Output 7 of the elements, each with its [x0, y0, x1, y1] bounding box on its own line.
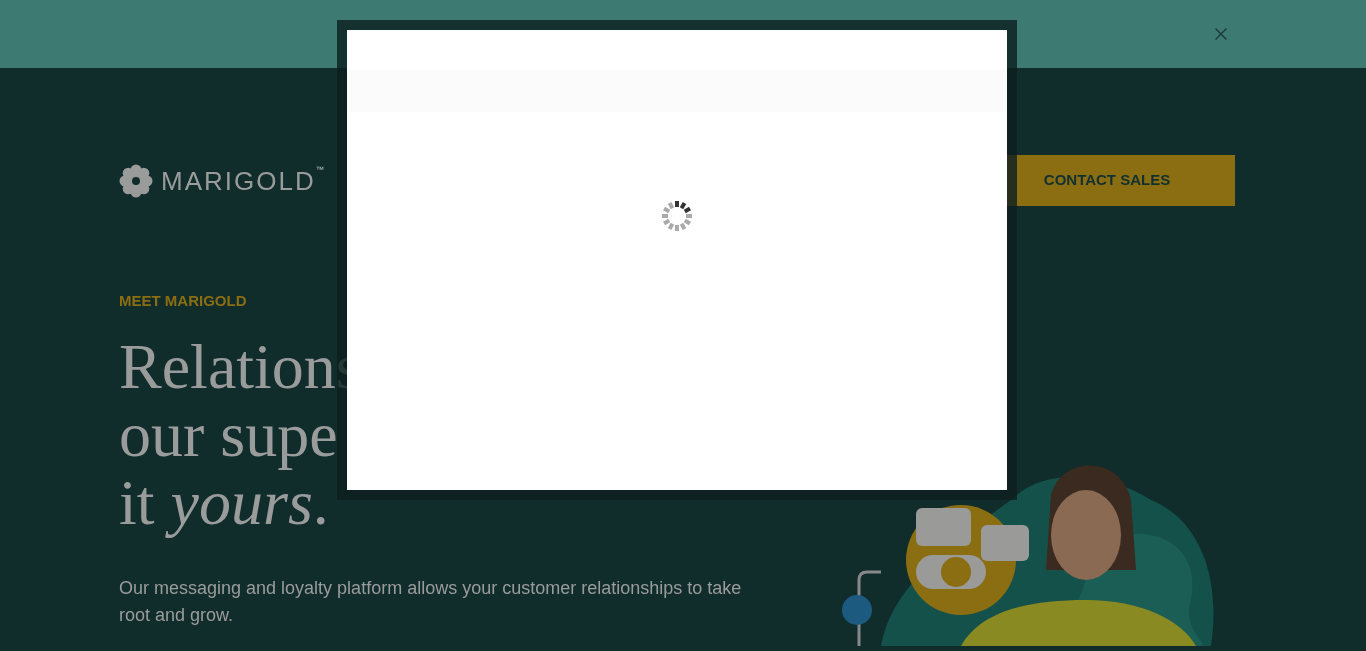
flower-logo-icon: [119, 163, 153, 198]
trademark-mark: ™: [315, 163, 324, 176]
headline-line: our supe: [119, 400, 338, 469]
headline-line: Relations: [119, 332, 361, 401]
hero-description: Our messaging and loyalty platform allows your customer relationships to take root and grow.: [119, 576, 743, 627]
eyebrow-label: MEET MARIGOLD: [119, 291, 248, 311]
brand-wordmark: MARIGOLD: [161, 167, 316, 194]
